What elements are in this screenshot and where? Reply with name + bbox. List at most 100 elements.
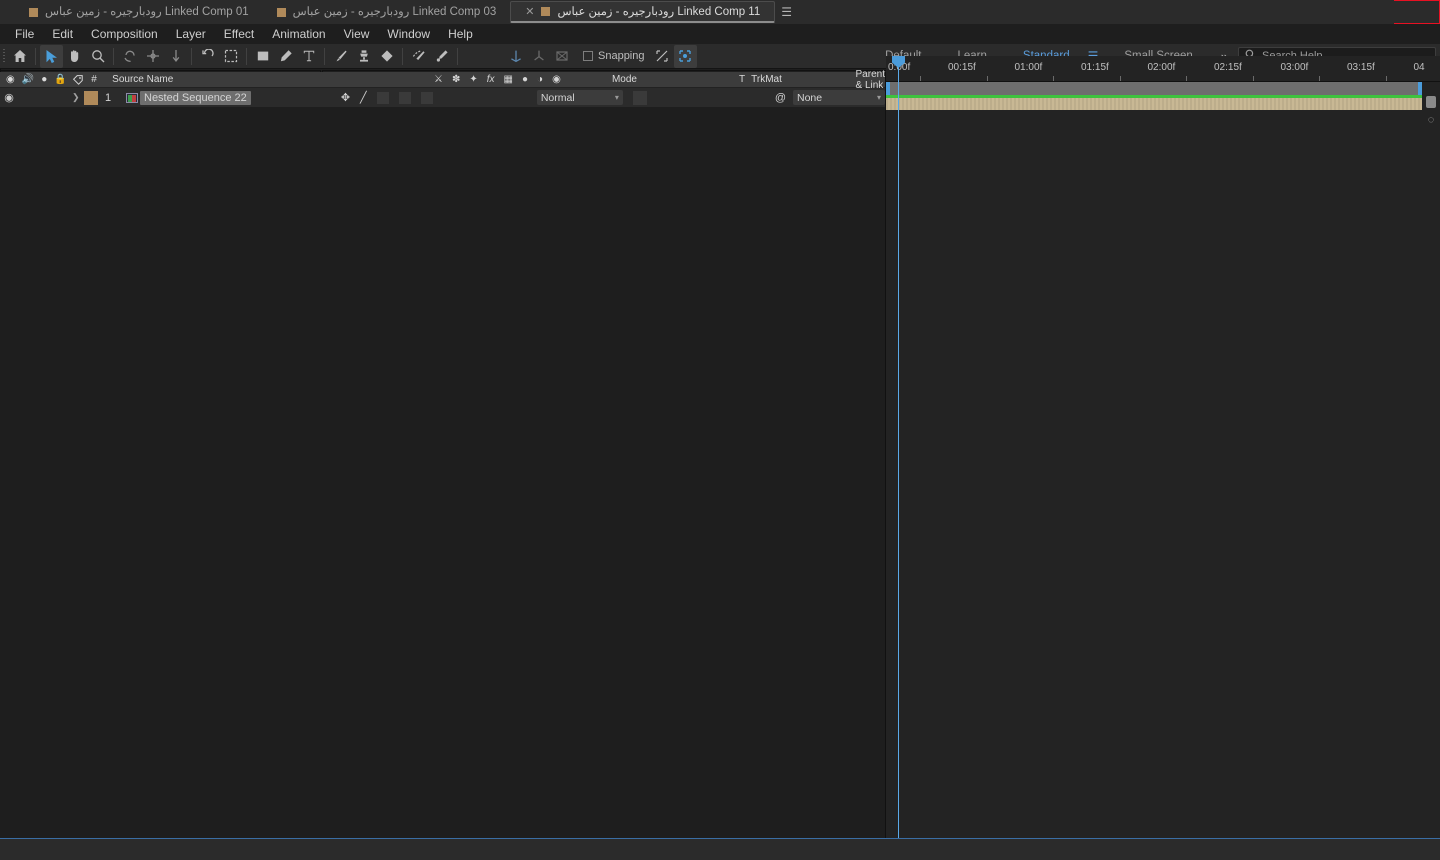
toolbar-grip[interactable]	[0, 44, 8, 69]
timeline-panel-menu-icon[interactable]: ☰	[775, 5, 798, 19]
av-feature-toggles: ◉ 🔊 ● 🔒	[0, 74, 67, 85]
type-tool-icon[interactable]	[297, 45, 320, 68]
ruler-tick-mark	[1186, 76, 1187, 81]
ruler-tick-mark	[1119, 76, 1121, 81]
ruler-tick-mark	[986, 76, 988, 81]
eraser-tool-icon[interactable]	[375, 45, 398, 68]
column-source-name[interactable]: Source Name	[112, 74, 434, 85]
collapse-transformations-icon[interactable]: ✽	[452, 74, 460, 85]
timeline-layer-row[interactable]: ◉ ❯ 1 Nested Sequence 22 ✥ ╱ Normal ▾ @ None ▾	[0, 88, 885, 107]
home-icon[interactable]	[8, 45, 31, 68]
ruler-tick-label: 03:15f	[1347, 62, 1375, 73]
column-t[interactable]: T	[739, 74, 751, 85]
timeline-layer-area: ◉ 🔊 ● 🔒 # Source Name ⚔ ✽ ✦ fx ▦ ● ◑ ◉ M…	[0, 69, 886, 838]
menu-edit[interactable]: Edit	[43, 24, 82, 44]
timeline-vertical-scrollbar[interactable]: ◌	[1422, 82, 1440, 838]
layer-duration-bar[interactable]	[886, 98, 1422, 110]
three-d-toggle[interactable]	[420, 91, 433, 104]
adjustment-layer-icon[interactable]: ◑	[537, 74, 543, 85]
timeline-tab[interactable]: رودبارجیره - زمین عباس Linked Comp 01	[15, 1, 263, 23]
menu-window[interactable]: Window	[378, 24, 439, 44]
timeline-graph-area[interactable]: 0:00f 00:15f 01:00f 01:15f 02:00f 02:15f 03:00…	[886, 56, 1440, 838]
parent-pickwhip-icon[interactable]: @	[775, 92, 793, 104]
layer-parent-select[interactable]: None ▾	[793, 90, 885, 105]
lock-icon[interactable]: 🔒	[54, 74, 66, 85]
column-parent-and-link[interactable]: Parent & Link	[856, 69, 885, 91]
rotation-tool-icon[interactable]	[118, 45, 141, 68]
menu-file[interactable]: File	[6, 24, 43, 44]
menu-help[interactable]: Help	[439, 24, 482, 44]
layer-blend-mode-value: Normal	[540, 91, 575, 104]
pen-tool-icon[interactable]	[274, 45, 297, 68]
quality-icon[interactable]: ✦	[469, 74, 477, 85]
brush-tool-icon[interactable]	[329, 45, 352, 68]
timeline-tab[interactable]: ✕ رودبارجیره - زمین عباس Linked Comp 11	[510, 1, 776, 23]
snapping-toggle[interactable]: Snapping	[583, 50, 645, 62]
layer-source-name[interactable]: Nested Sequence 22	[140, 90, 251, 105]
motion-blur-toggle[interactable]	[398, 91, 411, 104]
timeline-column-header: ◉ 🔊 ● 🔒 # Source Name ⚔ ✽ ✦ fx ▦ ● ◑ ◉ M…	[0, 69, 885, 91]
ruler-tick-mark	[1319, 76, 1320, 81]
snap-arrow-icon[interactable]	[651, 45, 674, 68]
puppet-pin-tool-icon[interactable]	[164, 45, 187, 68]
menu-view[interactable]: View	[335, 24, 379, 44]
motion-blur-marker-icon[interactable]: ◌	[1422, 114, 1440, 126]
work-area-bar[interactable]	[886, 82, 1422, 95]
menu-layer[interactable]: Layer	[167, 24, 215, 44]
selection-tool-icon[interactable]	[40, 44, 63, 68]
layer-disclosure-icon[interactable]: ❯	[72, 92, 84, 103]
close-icon[interactable]: ✕	[525, 1, 534, 23]
switches-column: ⚔ ✽ ✦ fx ▦ ● ◑ ◉	[434, 74, 608, 85]
timeline-tab-label: رودبارجیره - زمین عباس Linked Comp 11	[557, 5, 761, 18]
collapse-transformations-icon[interactable]: ✥	[341, 91, 350, 104]
ruler-tick-mark	[1053, 76, 1054, 81]
layer-label-color[interactable]	[84, 90, 98, 105]
timeline-tab-label: رودبارجیره - زمین عباس Linked Comp 03	[292, 6, 497, 18]
label-column-icon[interactable]	[67, 74, 90, 85]
shy-icon[interactable]: ⚔	[434, 74, 443, 85]
audio-icon[interactable]: 🔊	[22, 74, 34, 85]
comp-color-swatch	[29, 7, 38, 17]
timeline-layer-rows[interactable]: ◉ ❯ 1 Nested Sequence 22 ✥ ╱ Normal ▾ @ None ▾	[0, 88, 885, 107]
menu-effect[interactable]: Effect	[215, 24, 263, 44]
transform-box-icon[interactable]	[673, 44, 697, 68]
column-number[interactable]: #	[89, 74, 112, 85]
shape-tool-icon[interactable]	[251, 45, 274, 68]
solo-icon[interactable]: ●	[41, 74, 47, 85]
menu-composition[interactable]: Composition	[82, 24, 167, 44]
three-d-layer-icon[interactable]: ◉	[552, 74, 561, 85]
zoom-tool-icon[interactable]	[86, 45, 109, 68]
layer-video-toggle-icon[interactable]: ◉	[0, 91, 18, 104]
comp-color-swatch	[276, 7, 286, 17]
snapping-checkbox[interactable]	[583, 51, 593, 61]
hand-tool-icon[interactable]	[63, 45, 86, 68]
puppet-tool-icon[interactable]	[430, 45, 453, 68]
current-time-indicator[interactable]	[892, 56, 905, 838]
work-area-end-handle[interactable]	[1426, 96, 1436, 108]
column-mode[interactable]: Mode	[608, 74, 739, 85]
column-trkmat[interactable]: TrkMat	[751, 74, 855, 85]
layer-preserve-transparency-toggle[interactable]	[632, 90, 647, 105]
frame-blend-icon[interactable]: ▦	[504, 74, 513, 85]
effects-icon[interactable]: fx	[487, 74, 495, 85]
view-axis-mode-icon[interactable]	[550, 45, 573, 68]
frame-blend-toggle[interactable]	[376, 91, 389, 104]
local-axis-mode-icon[interactable]	[504, 45, 527, 68]
ruler-tick-label: 02:15f	[1214, 62, 1242, 73]
video-visibility-icon[interactable]: ◉	[6, 74, 15, 85]
ruler-tick-mark	[920, 76, 921, 81]
menu-animation[interactable]: Animation	[263, 24, 334, 44]
snapping-label: Snapping	[598, 50, 645, 62]
rotate-arrow-icon[interactable]	[196, 45, 219, 68]
region-of-interest-icon[interactable]	[219, 45, 242, 68]
quality-icon[interactable]: ╱	[360, 91, 367, 104]
world-axis-mode-icon[interactable]	[527, 45, 550, 68]
clone-stamp-tool-icon[interactable]	[352, 45, 375, 68]
anchor-point-tool-icon[interactable]	[141, 45, 164, 68]
timeline-ruler[interactable]: 0:00f 00:15f 01:00f 01:15f 02:00f 02:15f 03:00…	[886, 56, 1440, 82]
motion-blur-icon[interactable]: ●	[522, 74, 528, 85]
timeline-tab[interactable]: رودبارجیره - زمین عباس Linked Comp 03	[263, 1, 511, 23]
roto-brush-tool-icon[interactable]	[407, 45, 430, 68]
layer-parent-value: None	[797, 91, 823, 104]
layer-blend-mode-select[interactable]: Normal ▾	[536, 90, 623, 105]
